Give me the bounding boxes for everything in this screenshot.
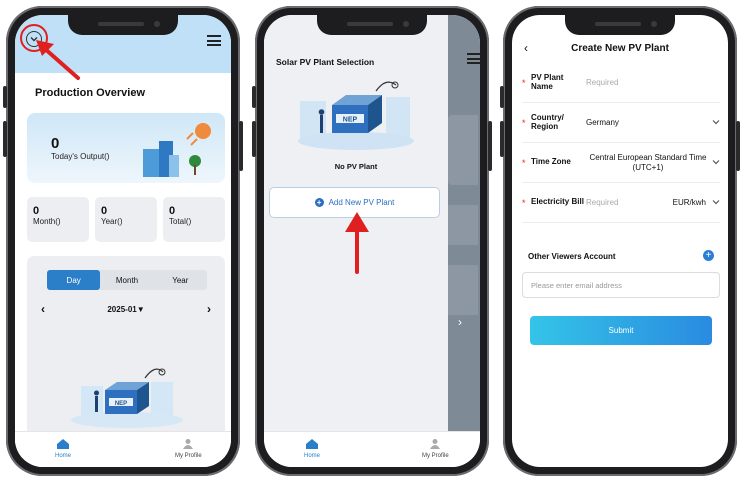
page-title: Create New PV Plant — [571, 43, 669, 54]
plus-icon: + — [705, 249, 712, 261]
today-output-label: Today's Output() — [51, 152, 110, 161]
electricity-bill-input[interactable]: Required — [586, 198, 673, 207]
home-content: Production Overview 0 Today's Output() 0… — [15, 73, 231, 467]
date-selector: ‹ 2025-01▼ › — [41, 302, 211, 316]
field-time-zone[interactable]: * Time Zone Central European Standard Ti… — [522, 143, 720, 183]
notch — [317, 15, 427, 35]
email-field[interactable]: Please enter email address — [522, 272, 720, 298]
other-viewers-label: Other Viewers Account — [528, 252, 616, 261]
today-output-card: 0 Today's Output() — [27, 113, 225, 183]
next-date-button[interactable]: › — [207, 302, 211, 316]
submit-button[interactable]: Submit — [530, 316, 712, 345]
annotation-arrow-icon — [36, 40, 80, 80]
add-viewer-button[interactable]: + — [703, 250, 714, 261]
side-button — [500, 86, 504, 108]
plus-icon: + — [314, 198, 324, 207]
menu-icon[interactable] — [467, 53, 480, 64]
stat-month: 0 Month() — [27, 197, 89, 242]
country-select[interactable]: Germany — [586, 118, 710, 127]
field-electricity-bill[interactable]: * Electricity Bill Required EUR/kwh — [522, 183, 720, 223]
chevron-down-icon — [710, 118, 720, 127]
city-illustration — [143, 123, 211, 177]
box-brand: NEP — [343, 117, 358, 124]
create-plant-screen: ‹ Create New PV Plant * PV Plant Name Re… — [512, 15, 728, 467]
add-plant-label: Add New PV Plant — [328, 198, 395, 207]
stat-year: 0 Year() — [95, 197, 157, 242]
today-output-value: 0 — [51, 135, 60, 152]
tab-day[interactable]: Day — [47, 270, 101, 290]
field-label: Electricity Bill — [531, 197, 584, 207]
nav-profile[interactable]: My Profile — [175, 438, 202, 459]
tab-month[interactable]: Month — [100, 270, 153, 290]
nav-home[interactable]: Home — [55, 438, 71, 459]
side-button — [239, 121, 243, 171]
plant-name-input[interactable]: Required — [586, 78, 720, 87]
nav-profile[interactable]: My Profile — [422, 438, 449, 459]
field-plant-name[interactable]: * PV Plant Name Required — [522, 63, 720, 103]
chevron-right-icon: › — [458, 315, 462, 329]
plant-selection-screen: Solar PV Plant Selection NEP No PV Plant… — [264, 15, 480, 467]
production-chart-card: Day Month Year ‹ 2025-01▼ › NEP — [27, 256, 225, 441]
notch — [68, 15, 178, 35]
phone-frame-plant-selection: Solar PV Plant Selection NEP No PV Plant… — [252, 6, 492, 476]
chevron-down-icon — [710, 158, 720, 167]
period-tabs: Day Month Year — [47, 270, 207, 290]
notch — [565, 15, 675, 35]
empty-state-illustration: NEP — [298, 81, 414, 150]
nav-home[interactable]: Home — [304, 438, 320, 459]
phone-frame-create-plant: ‹ Create New PV Plant * PV Plant Name Re… — [500, 6, 740, 476]
field-label: Country/ Region — [531, 113, 564, 131]
tab-year[interactable]: Year — [154, 270, 207, 290]
background-card — [448, 265, 478, 315]
bottom-nav: Home My Profile — [15, 431, 231, 467]
date-picker[interactable]: 2025-01▼ — [107, 305, 144, 314]
menu-icon[interactable] — [207, 35, 221, 46]
page-title: Production Overview — [35, 87, 146, 99]
home-icon — [57, 439, 69, 449]
side-button — [252, 86, 256, 108]
background-card — [448, 115, 478, 185]
dim-overlay[interactable]: › — [448, 15, 480, 431]
empty-message: No PV Plant — [334, 162, 378, 171]
empty-state-illustration: NEP — [71, 368, 183, 428]
field-country-region[interactable]: * Country/ Region Germany — [522, 103, 720, 143]
side-button — [3, 86, 7, 108]
home-icon — [306, 439, 318, 449]
drawer-title: Solar PV Plant Selection — [276, 57, 375, 67]
chevron-down-icon — [710, 198, 720, 207]
side-button — [488, 121, 492, 171]
currency-unit-select[interactable]: EUR/kwh — [673, 198, 706, 207]
person-icon — [430, 439, 441, 449]
box-brand: NEP — [115, 401, 127, 407]
prev-date-button[interactable]: ‹ — [41, 302, 45, 316]
background-card — [448, 205, 478, 245]
person-icon — [183, 439, 194, 449]
annotation-arrow-icon — [345, 212, 369, 274]
side-button — [500, 121, 504, 157]
side-button — [252, 121, 256, 157]
time-zone-select[interactable]: Central European Standard Time (UTC+1) — [586, 153, 710, 171]
side-button — [736, 121, 740, 171]
field-label: PV Plant Name — [531, 73, 564, 91]
field-label: Time Zone — [531, 157, 571, 167]
side-button — [3, 121, 7, 157]
bottom-nav: Home My Profile — [264, 431, 480, 467]
stat-total: 0 Total() — [163, 197, 225, 242]
